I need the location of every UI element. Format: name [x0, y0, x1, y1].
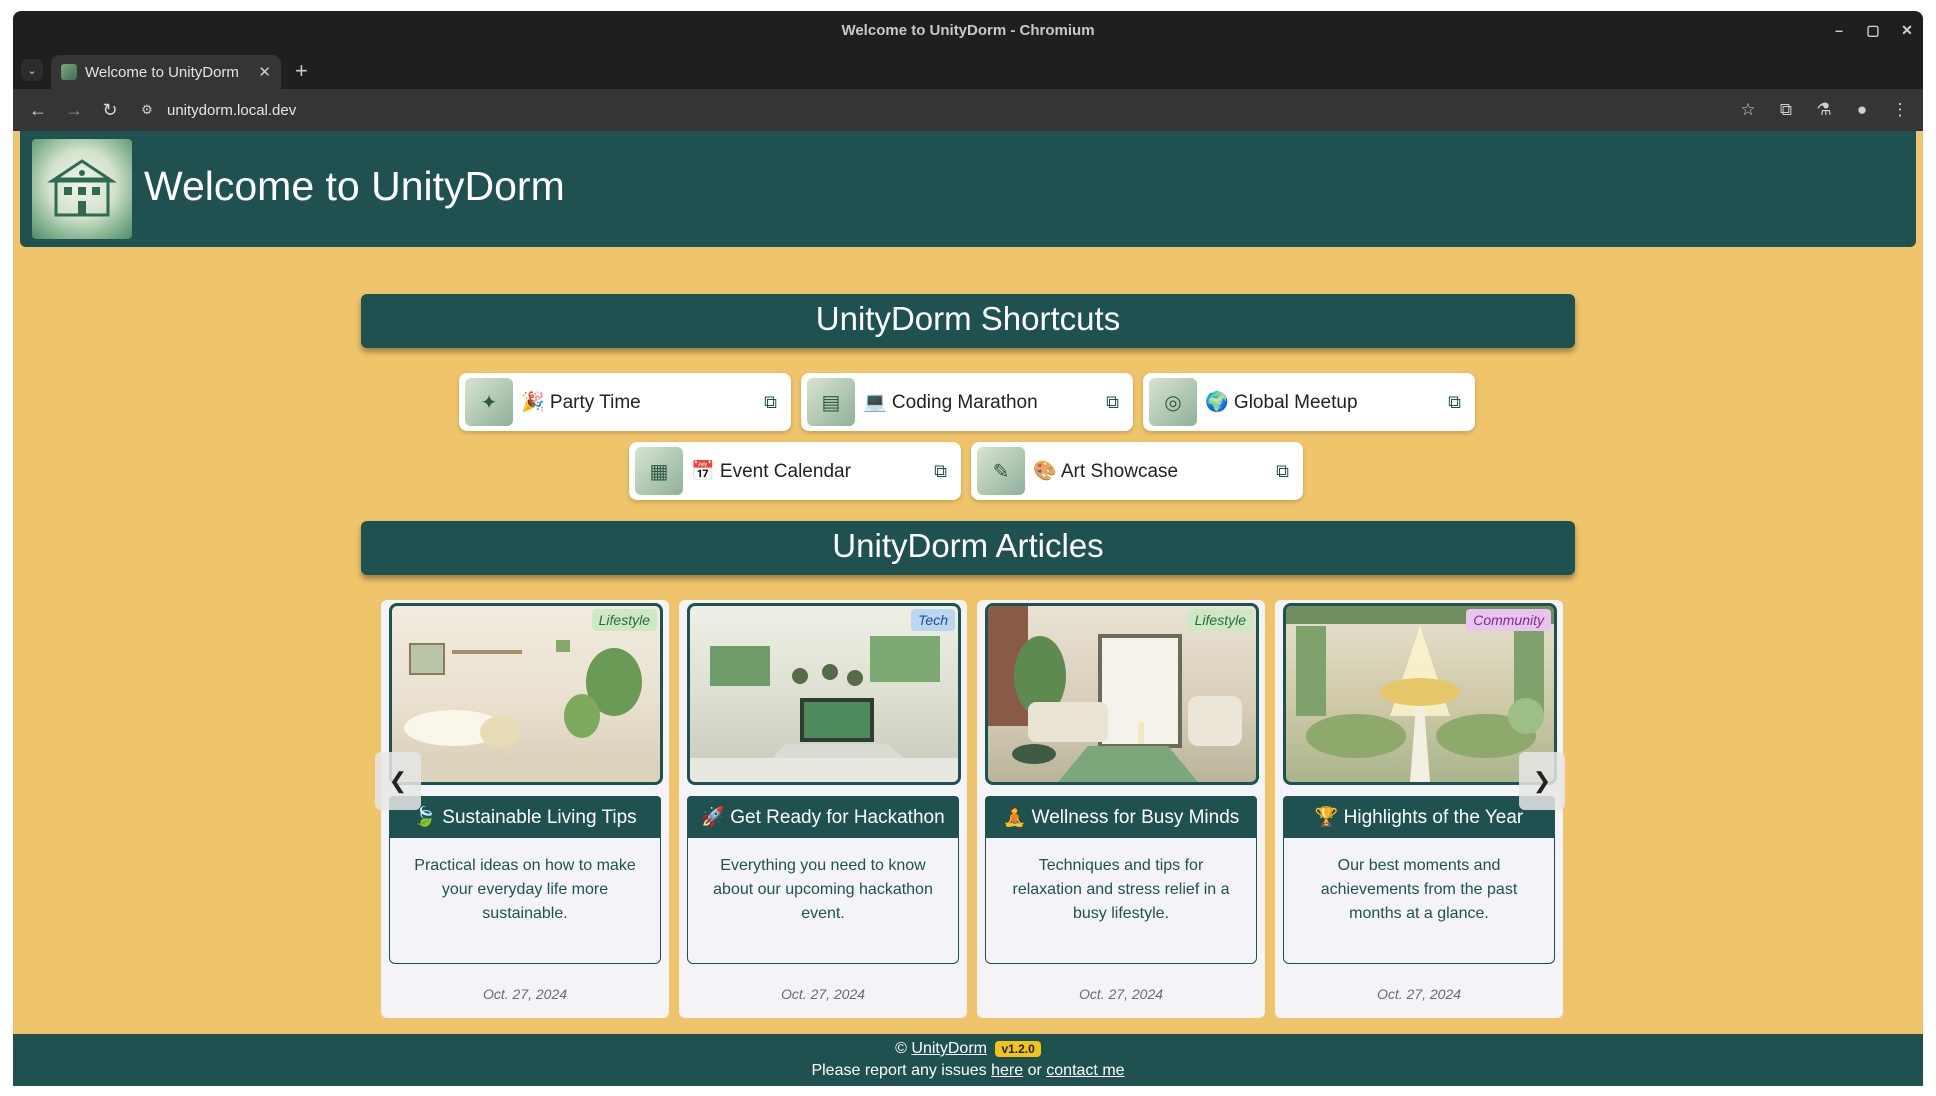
calendar-icon: ▦	[635, 447, 683, 495]
article-date: Oct. 27, 2024	[1078, 986, 1164, 1002]
favicon-icon	[61, 64, 77, 80]
footer-brand-link[interactable]: UnityDorm	[911, 1040, 987, 1057]
article-card[interactable]: Community 🏆 Highlights of the Year Our b…	[1275, 600, 1563, 1018]
articles-heading: UnityDorm Articles	[361, 521, 1575, 575]
forward-arrow-icon[interactable]: →	[59, 95, 89, 125]
carousel-next-button[interactable]: ❯	[1519, 752, 1565, 810]
report-here-link[interactable]: here	[991, 1062, 1023, 1079]
article-card[interactable]: Lifestyle 🍃 Sustainable Living Tips Prac…	[381, 600, 669, 1018]
globe-icon: ◎	[1149, 378, 1197, 426]
external-link-icon[interactable]: ⧉	[1106, 392, 1119, 413]
maximize-icon[interactable]: ▢	[1865, 22, 1881, 39]
contact-link[interactable]: contact me	[1046, 1062, 1124, 1079]
tab-strip: ⌄ Welcome to UnityDorm ✕ +	[13, 49, 1923, 89]
site-settings-icon[interactable]: ⚙	[135, 102, 159, 118]
palette-icon: ✎	[977, 447, 1025, 495]
tab-close-icon[interactable]: ✕	[258, 63, 271, 81]
extensions-icon[interactable]: ⧉	[1769, 100, 1803, 120]
browser-toolbar: ← → ↻ ⚙ unitydorm.local.dev ☆ ⧉ ⚗ ● ⋮	[13, 89, 1923, 131]
shortcut-event-calendar[interactable]: ▦ 📅 Event Calendar ⧉	[629, 442, 961, 500]
or-text: or	[1027, 1062, 1042, 1079]
article-card[interactable]: Tech 🚀 Get Ready for Hackathon Everythin…	[679, 600, 967, 1018]
external-link-icon[interactable]: ⧉	[1448, 392, 1461, 413]
shortcut-party-time[interactable]: ✦ 🎉 Party Time ⧉	[459, 373, 791, 431]
menu-kebab-icon[interactable]: ⋮	[1883, 100, 1917, 120]
article-summary: Everything you need to know about our up…	[687, 838, 959, 964]
article-summary: Our best moments and achievements from t…	[1283, 838, 1555, 964]
close-icon[interactable]: ✕	[1899, 22, 1915, 39]
page-content: Welcome to UnityDorm UnityDorm Shortcuts…	[13, 131, 1923, 1086]
category-badge: Tech	[911, 609, 955, 631]
article-date: Oct. 27, 2024	[1376, 986, 1462, 1002]
article-card[interactable]: Lifestyle 🧘 Wellness for Busy Minds Tech…	[977, 600, 1265, 1018]
site-header: Welcome to UnityDorm	[20, 131, 1916, 247]
site-footer: © UnityDorm v1.2.0 Please report any iss…	[13, 1034, 1923, 1086]
external-link-icon[interactable]: ⧉	[764, 392, 777, 413]
article-summary: Practical ideas on how to make your ever…	[389, 838, 661, 964]
article-title[interactable]: 🍃 Sustainable Living Tips	[389, 796, 661, 838]
shortcut-label: 🎨 Art Showcase	[1033, 461, 1179, 482]
article-date: Oct. 27, 2024	[482, 986, 568, 1002]
article-date: Oct. 27, 2024	[780, 986, 866, 1002]
external-link-icon[interactable]: ⧉	[934, 461, 947, 482]
shortcuts-heading: UnityDorm Shortcuts	[361, 294, 1575, 348]
version-badge: v1.2.0	[995, 1041, 1041, 1057]
category-badge: Lifestyle	[1187, 609, 1253, 631]
logo-building-icon	[47, 159, 117, 217]
page-title: Welcome to UnityDorm	[144, 163, 565, 209]
tab-list-chevron-icon[interactable]: ⌄	[21, 59, 43, 81]
shortcut-art-showcase[interactable]: ✎ 🎨 Art Showcase ⧉	[971, 442, 1303, 500]
reload-icon[interactable]: ↻	[95, 95, 125, 125]
shortcut-global-meetup[interactable]: ◎ 🌍 Global Meetup ⧉	[1143, 373, 1475, 431]
shortcut-coding-marathon[interactable]: ▤ 💻 Coding Marathon ⧉	[801, 373, 1133, 431]
toolbar-actions: ☆ ⧉ ⚗ ● ⋮	[1731, 89, 1917, 131]
footer-report-line: Please report any issues here or contact…	[13, 1062, 1923, 1080]
window-controls: – ▢ ✕	[1831, 11, 1915, 49]
article-title[interactable]: 🚀 Get Ready for Hackathon	[687, 796, 959, 838]
new-tab-icon[interactable]: +	[295, 58, 308, 84]
article-image[interactable]: Community	[1283, 603, 1557, 785]
article-title[interactable]: 🧘 Wellness for Busy Minds	[985, 796, 1257, 838]
external-link-icon[interactable]: ⧉	[1276, 461, 1289, 482]
browser-tab[interactable]: Welcome to UnityDorm ✕	[51, 55, 281, 89]
laptop-icon: ▤	[807, 378, 855, 426]
back-arrow-icon[interactable]: ←	[23, 95, 53, 125]
shortcut-label: 📅 Event Calendar	[691, 461, 851, 482]
labs-flask-icon[interactable]: ⚗	[1807, 100, 1841, 120]
shortcut-label: 🌍 Global Meetup	[1205, 392, 1358, 413]
category-badge: Lifestyle	[591, 609, 657, 631]
bookmark-star-icon[interactable]: ☆	[1731, 100, 1765, 120]
window-title: Welcome to UnityDorm - Chromium	[841, 21, 1095, 39]
browser-window: Welcome to UnityDorm - Chromium – ▢ ✕ ⌄ …	[13, 11, 1923, 1086]
address-bar[interactable]: unitydorm.local.dev	[167, 102, 296, 119]
copyright-symbol: ©	[895, 1040, 907, 1057]
tab-title: Welcome to UnityDorm	[85, 63, 239, 81]
report-text: Please report any issues	[811, 1062, 987, 1079]
profile-icon[interactable]: ●	[1845, 100, 1879, 120]
title-bar: Welcome to UnityDorm - Chromium – ▢ ✕	[13, 11, 1923, 49]
unitydorm-logo[interactable]	[32, 139, 132, 239]
carousel-prev-button[interactable]: ❮	[375, 752, 421, 810]
article-image[interactable]: Lifestyle	[389, 603, 663, 785]
article-summary: Techniques and tips for relaxation and s…	[985, 838, 1257, 964]
article-image[interactable]: Lifestyle	[985, 603, 1259, 785]
shortcut-label: 🎉 Party Time	[521, 392, 641, 413]
shortcut-label: 💻 Coding Marathon	[863, 392, 1038, 413]
article-title[interactable]: 🏆 Highlights of the Year	[1283, 796, 1555, 838]
minimize-icon[interactable]: –	[1831, 22, 1847, 38]
footer-brand-line: © UnityDorm v1.2.0	[13, 1034, 1923, 1058]
party-icon: ✦	[465, 378, 513, 426]
category-badge: Community	[1466, 609, 1551, 631]
article-image[interactable]: Tech	[687, 603, 961, 785]
